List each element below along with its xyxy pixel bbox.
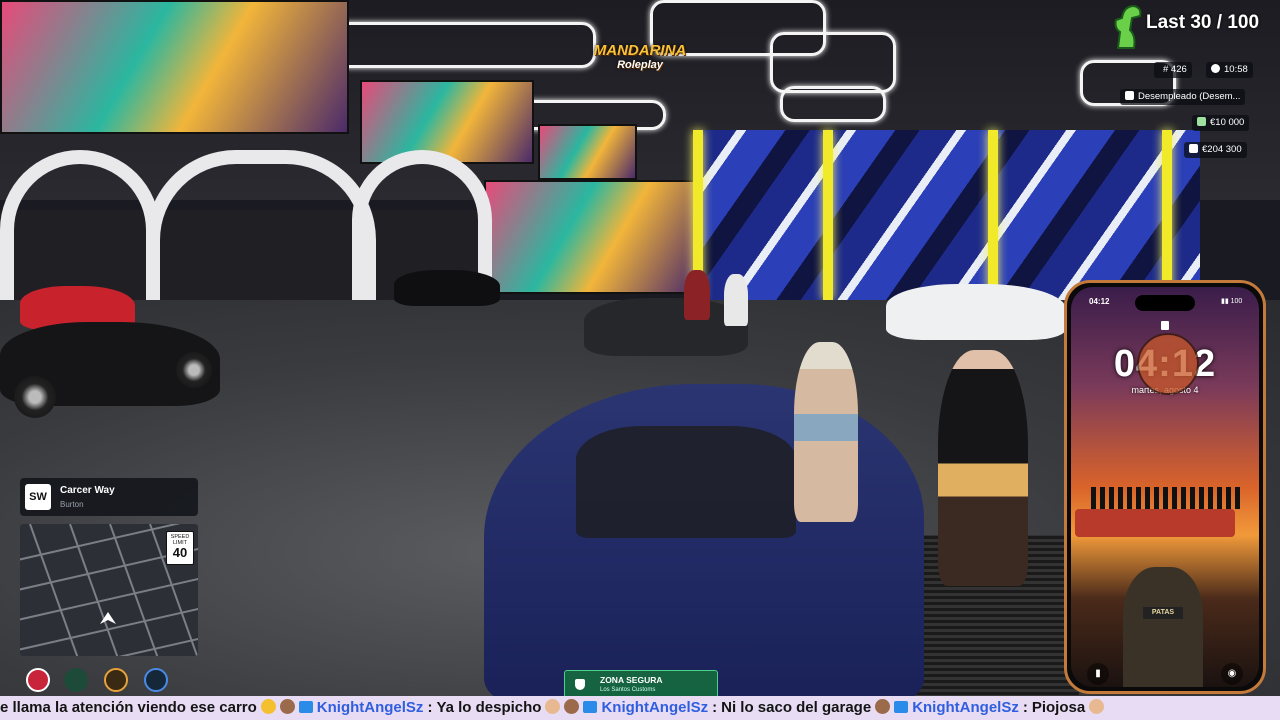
hunger-food-icon: [104, 668, 128, 692]
thirst-water-icon: [144, 668, 168, 692]
grin-emoji-icon: [260, 699, 276, 714]
compass-heading: SW: [25, 484, 51, 510]
phone-screen: 04:12 ▮▮ 100 04:12 martes, agosto 4 PATA…: [1071, 287, 1259, 687]
chat-message-text: Ya lo despicho: [436, 699, 542, 716]
street-location-panel: SW Carcer Way Burton: [20, 478, 198, 516]
bank-icon: [1189, 144, 1198, 153]
soldier-patch: PATAS: [1143, 607, 1183, 619]
wallpaper-emblem: [1137, 333, 1199, 395]
chat-message-text: Ni lo saco del garage: [721, 699, 872, 716]
neon-pillar: [823, 130, 833, 300]
graffiti-banner: [360, 80, 534, 164]
hand-emoji-icon: [1089, 699, 1105, 714]
server-logo: MANDARINA Roleplay: [593, 42, 687, 71]
health-heart-icon: [26, 668, 50, 692]
graffiti-mural-engine: [484, 180, 698, 294]
chat-username[interactable]: KnightAngelSz: [317, 699, 424, 716]
ceiling-light: [780, 86, 886, 122]
player-character: [724, 274, 748, 326]
ceiling-light: [770, 32, 896, 93]
job-badge: Desempleado (Desem...: [1120, 89, 1246, 105]
player-id-badge: # 426: [1154, 62, 1192, 78]
clock-badge: 10:58: [1206, 62, 1253, 78]
speed-limit-sign: SPEED LIMIT 40: [166, 531, 194, 565]
player-counter: Last 30 / 100: [1146, 12, 1260, 33]
subscriber-badge-icon: [894, 701, 909, 713]
safe-zone-indicator: ZONA SEGURA Los Santos Customs: [564, 670, 718, 698]
chat-message-text: e llama la atención viendo ese carro: [0, 699, 257, 716]
hand-emoji-icon: [545, 699, 561, 714]
monkey-emoji-icon: [564, 699, 580, 714]
bank-badge: €204 300: [1184, 142, 1247, 158]
wallpaper-crowd: [1091, 487, 1241, 509]
chat-username[interactable]: KnightAngelSz: [912, 699, 1019, 716]
graffiti-banner: [538, 124, 637, 180]
chat-username[interactable]: KnightAngelSz: [601, 699, 708, 716]
subscriber-badge-icon: [298, 701, 313, 713]
garage-bay-arch: [146, 150, 376, 300]
car-wheel: [14, 376, 56, 418]
garage-bay-arch: [0, 150, 160, 300]
wallpaper-bus: [1075, 509, 1235, 537]
chat-ticker: e llama la atención viendo ese carro Knig…: [0, 696, 1280, 720]
shield-icon: [575, 679, 585, 690]
black-sedan-car: [394, 270, 500, 306]
car-wheel: [176, 352, 212, 388]
phone-lockscreen[interactable]: 04:12 ▮▮ 100 04:12 martes, agosto 4 PATA…: [1064, 280, 1266, 694]
phone-status-time: 04:12: [1089, 297, 1110, 306]
cash-badge: €10 000: [1192, 115, 1250, 131]
star-mural-wall: [700, 130, 1200, 300]
flashlight-icon[interactable]: ▮: [1087, 663, 1109, 685]
white-sports-car: [886, 284, 1066, 340]
cash-icon: [1197, 117, 1206, 126]
graffiti-banner: [0, 0, 349, 134]
neon-pillar: [988, 130, 998, 300]
monkey-emoji-icon: [279, 699, 295, 714]
lock-icon: [1161, 321, 1169, 330]
phone-battery-icon: ▮▮ 100: [1221, 298, 1243, 305]
chat-message-text: Piojosa: [1031, 699, 1086, 716]
monkey-emoji-icon: [875, 699, 891, 714]
car-windshield: [576, 426, 796, 538]
clock-icon: [1211, 64, 1220, 73]
street-name: Carcer Way: [60, 485, 115, 496]
neon-pillar: [1162, 130, 1172, 300]
player-character: [684, 270, 710, 320]
subscriber-badge-icon: [583, 701, 598, 713]
dino-icon: [1114, 4, 1142, 49]
briefcase-icon: [1125, 91, 1134, 100]
armor-shield-icon: [64, 668, 88, 692]
zone-name: Burton: [60, 500, 84, 509]
player-character-man: [938, 350, 1028, 586]
wallpaper-soldier: [1123, 567, 1203, 687]
phone-dynamic-island: [1135, 295, 1195, 311]
player-character-woman: [794, 342, 858, 522]
camera-icon[interactable]: ◉: [1221, 663, 1243, 685]
